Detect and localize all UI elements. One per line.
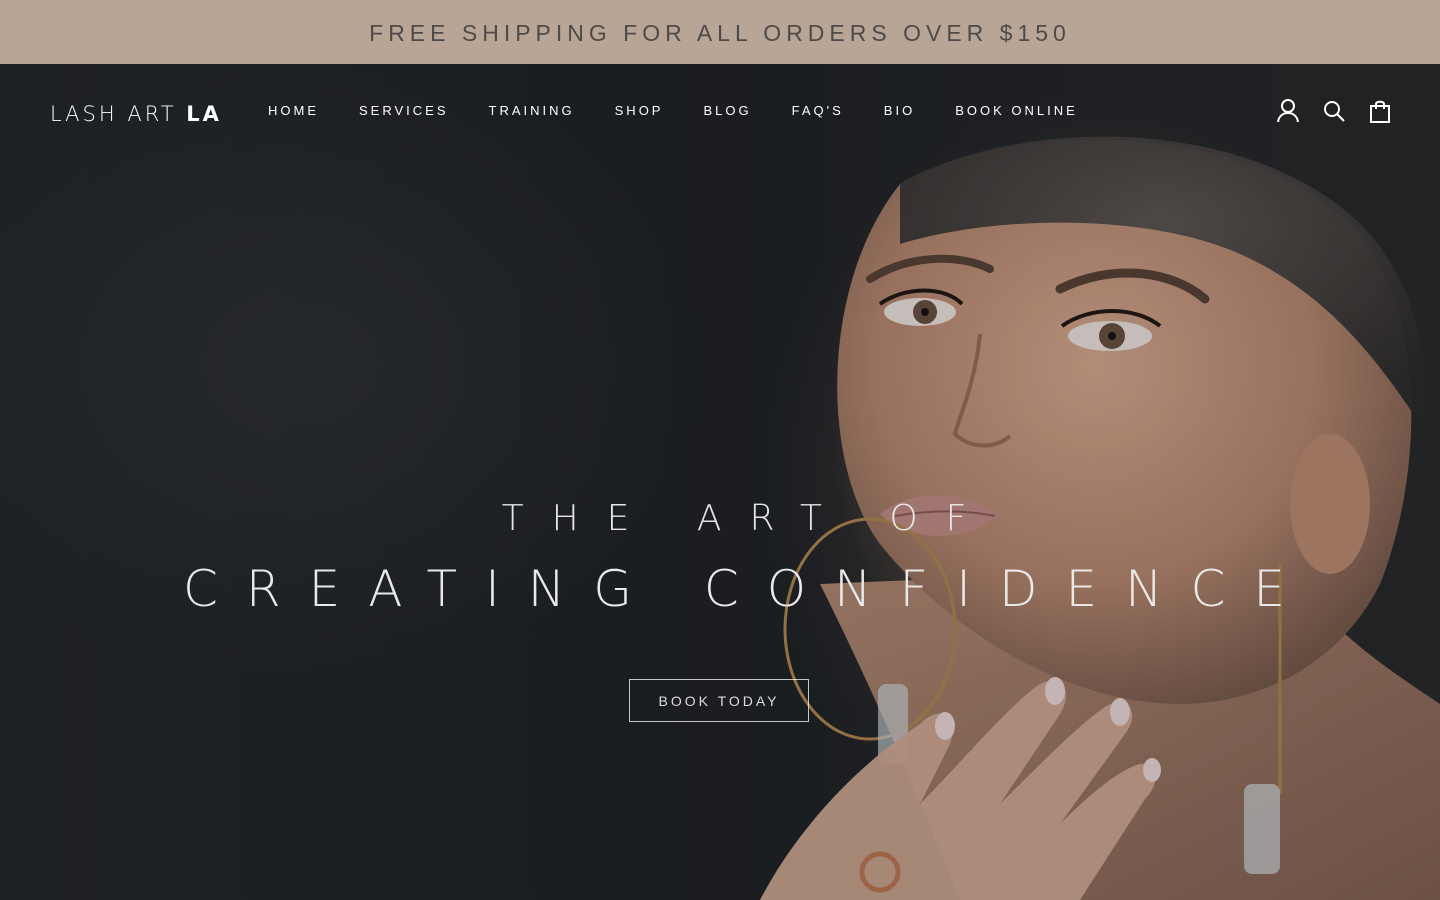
account-icon[interactable] (1276, 98, 1300, 124)
search-icon[interactable] (1322, 98, 1346, 124)
logo-text-bold: LA (186, 102, 222, 126)
announcement-text: FREE SHIPPING FOR ALL ORDERS OVER $150 (369, 19, 1071, 46)
nav-item-faqs[interactable]: FAQ'S (792, 103, 844, 118)
nav-item-shop[interactable]: SHOP (615, 103, 664, 118)
cart-icon[interactable] (1368, 98, 1392, 124)
site-logo[interactable]: LASH ART LA (50, 102, 222, 126)
hero-section (0, 64, 1440, 900)
nav-item-blog[interactable]: BLOG (703, 103, 751, 118)
hero-portrait-image (0, 64, 1440, 900)
nav-item-services[interactable]: SERVICES (359, 103, 449, 118)
hero-headline: CREATING CONFIDENCE (182, 560, 1314, 618)
nav-item-training[interactable]: TRAINING (489, 103, 575, 118)
announcement-bar: FREE SHIPPING FOR ALL ORDERS OVER $150 (0, 0, 1440, 64)
book-today-button[interactable]: BOOK TODAY (629, 679, 809, 722)
site-header: LASH ART LA HOME SERVICES TRAINING SHOP … (0, 64, 1440, 160)
nav-item-home[interactable]: HOME (268, 103, 319, 118)
logo-text: LASH ART (50, 102, 187, 126)
nav-item-book-online[interactable]: BOOK ONLINE (955, 103, 1078, 118)
header-icons (1276, 98, 1392, 124)
nav-item-bio[interactable]: BIO (884, 103, 915, 118)
hero-subheading: THE ART OF (501, 498, 995, 539)
main-navigation: HOME SERVICES TRAINING SHOP BLOG FAQ'S B… (268, 103, 1118, 118)
